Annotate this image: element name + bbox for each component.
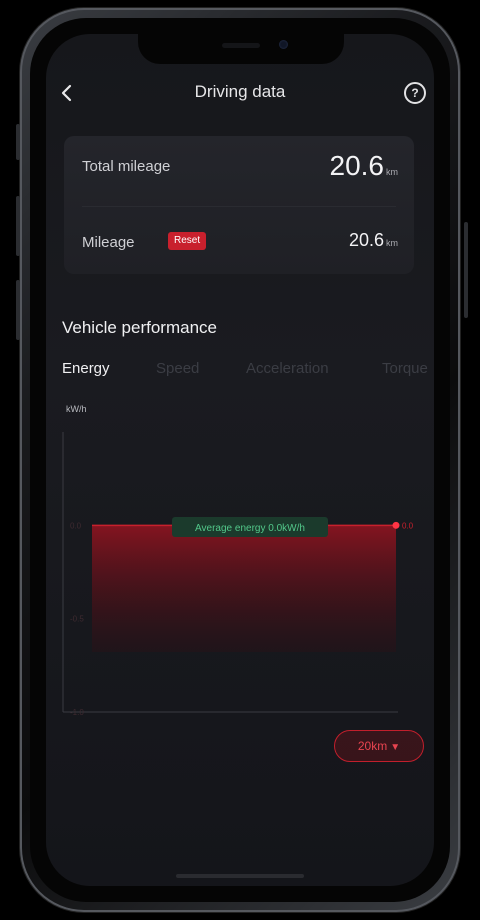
total-mileage-label: Total mileage (82, 158, 171, 175)
silent-switch (16, 124, 20, 160)
home-indicator (176, 874, 304, 878)
card-divider (82, 206, 396, 207)
mileage-number: 20.6 (348, 230, 384, 250)
chevron-down-icon: ▼ (390, 742, 401, 753)
total-mileage-number: 20.6 (329, 150, 385, 181)
reset-button[interactable]: Reset (168, 232, 207, 250)
total-mileage-unit: km (386, 167, 398, 177)
app-screen: Driving data ? Total mileage 20.6 km Mile… (46, 34, 434, 886)
tab-torque[interactable]: Torque (382, 360, 428, 377)
y-axis-label: kW/h (66, 404, 87, 414)
speaker (222, 43, 260, 48)
front-camera (279, 40, 288, 49)
performance-tabs: Energy Speed Acceleration Torque (62, 360, 434, 380)
mileage-label: Mileage (82, 234, 135, 251)
tab-speed[interactable]: Speed (156, 360, 199, 377)
y-tick-label: 0.0 (70, 521, 82, 530)
tab-energy[interactable]: Energy (62, 360, 110, 377)
y-tick-label: -0.5 (70, 615, 84, 624)
notch (138, 34, 344, 64)
data-point (392, 521, 400, 529)
mileage-value: 20.6 km (349, 230, 398, 251)
tab-acceleration[interactable]: Acceleration (246, 360, 329, 377)
average-tooltip-text: Average energy 0.0kW/h (195, 523, 305, 534)
mileage-unit: km (386, 238, 398, 248)
mileage-card: Total mileage 20.6 km Mileage Reset 20.6 k… (64, 136, 414, 274)
section-title: Vehicle performance (62, 318, 217, 337)
header: Driving data ? (46, 80, 434, 110)
question-circle-icon[interactable]: ? (404, 82, 426, 104)
energy-chart: kW/h 0.0 -0.5 -1.0 0.0 Average energy 0.0k… (46, 394, 434, 724)
energy-area (92, 525, 396, 652)
energy-chart-svg: kW/h 0.0 -0.5 -1.0 0.0 Average energy 0.0k… (62, 404, 414, 717)
data-label: 0.0 (402, 521, 414, 530)
range-dropdown[interactable]: 20km ▼ (334, 730, 424, 762)
total-mileage-value: 20.6 km (330, 150, 399, 182)
range-label: 20km (357, 739, 388, 753)
y-tick-label: -1.0 (70, 708, 84, 717)
page-title: Driving data (194, 82, 286, 101)
volume-down-button (16, 280, 20, 340)
volume-up-button (16, 196, 20, 256)
power-button (464, 222, 468, 318)
